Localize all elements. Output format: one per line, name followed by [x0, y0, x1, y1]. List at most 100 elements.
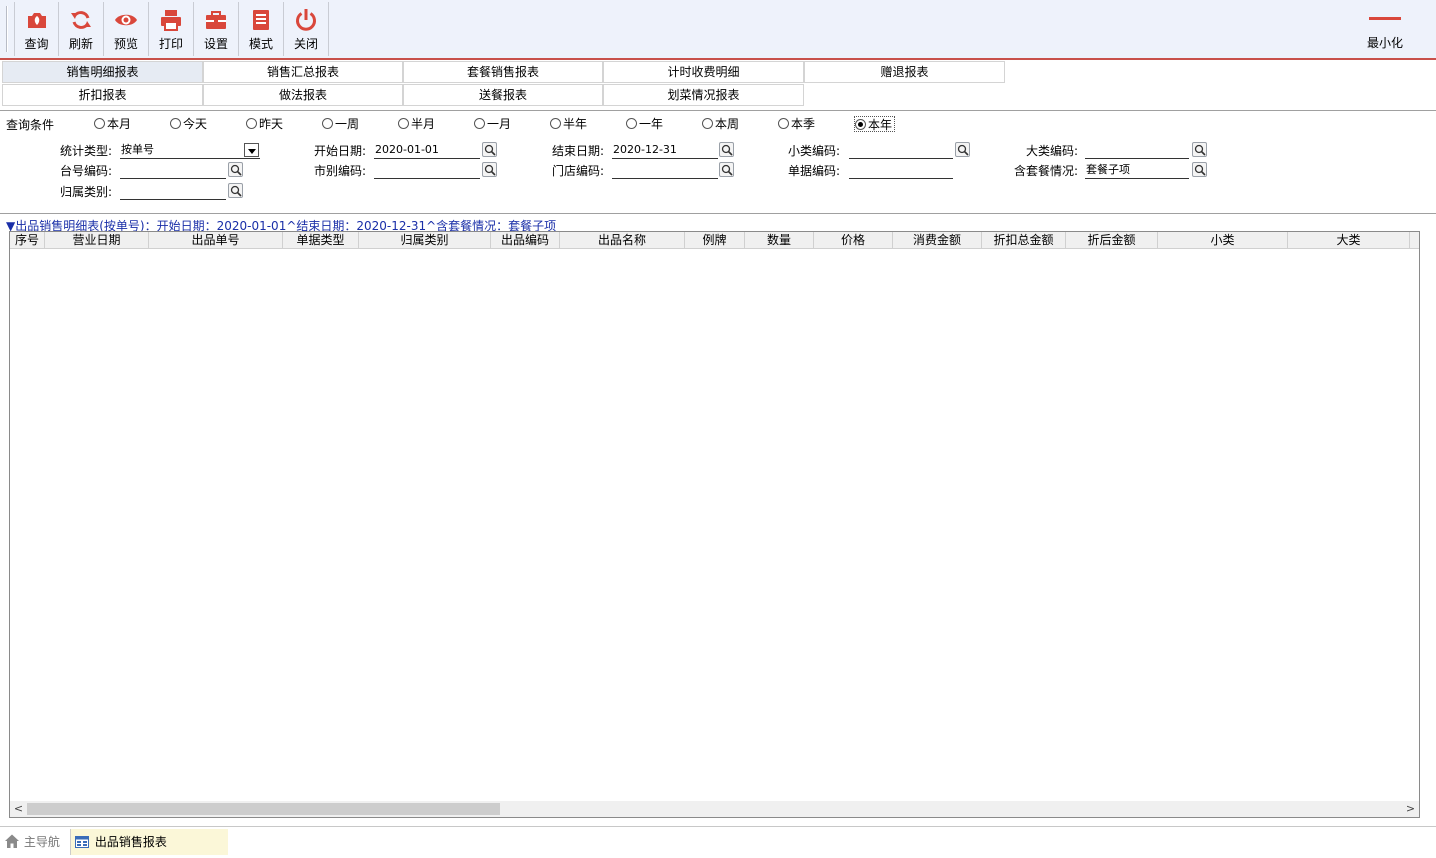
radio-one-week[interactable]: 一周 [322, 116, 359, 132]
main-nav-tab[interactable]: 主导航 [4, 833, 60, 853]
radio-this-year[interactable]: 本年 [854, 116, 896, 132]
radio-one-month[interactable]: 一月 [474, 116, 511, 132]
radio-circle [170, 118, 181, 129]
radio-label: 本周 [715, 117, 740, 131]
toolbar-grip[interactable] [6, 6, 8, 52]
column-header[interactable]: 数量 [745, 232, 814, 249]
radio-label: 本季 [791, 117, 816, 131]
end-date-input[interactable]: 2020-12-31 [612, 142, 718, 159]
market-code-input[interactable] [374, 162, 480, 179]
end-date-label: 结束日期: [551, 144, 604, 158]
close-button[interactable]: 关闭 [284, 2, 329, 56]
search-icon[interactable] [719, 142, 734, 157]
grid-header: 序号 营业日期 出品单号 单据类型 归属类别 出品编码 出品名称 例牌 数量 价… [10, 232, 1419, 249]
scroll-left-icon[interactable]: < [10, 801, 27, 817]
bill-code-input[interactable] [849, 162, 953, 179]
radio-half-year[interactable]: 半年 [550, 116, 587, 132]
radio-half-month[interactable]: 半月 [398, 116, 435, 132]
data-grid[interactable]: 序号 营业日期 出品单号 单据类型 归属类别 出品编码 出品名称 例牌 数量 价… [9, 231, 1420, 818]
scroll-right-icon[interactable]: > [1402, 801, 1419, 817]
search-icon[interactable] [719, 162, 734, 177]
settings-button[interactable]: 设置 [194, 2, 239, 56]
column-header[interactable]: 出品名称 [560, 232, 685, 249]
column-header[interactable]: 消费金额 [893, 232, 982, 249]
column-header[interactable]: 营业日期 [45, 232, 149, 249]
column-header[interactable]: 折扣总金额 [982, 232, 1066, 249]
tab-sales-detail[interactable]: 销售明细报表 [2, 61, 203, 83]
report-window-icon [75, 836, 89, 848]
radio-this-quarter[interactable]: 本季 [778, 116, 815, 132]
radio-label: 半年 [563, 117, 588, 131]
column-header[interactable]: 大类 [1288, 232, 1410, 249]
store-code-label: 门店编码: [551, 164, 604, 178]
radio-this-week[interactable]: 本周 [702, 116, 739, 132]
toolbar: 查询 刷新 预览 打印 设置 模式 关闭 最小化 [0, 0, 1436, 60]
query-button[interactable]: 查询 [14, 2, 59, 56]
table-number-input[interactable] [120, 162, 226, 179]
horizontal-scrollbar[interactable]: < > [10, 801, 1419, 817]
search-icon[interactable] [955, 142, 970, 157]
belong-category-input[interactable] [120, 183, 226, 200]
column-header[interactable]: 小类 [1158, 232, 1288, 249]
set-meal-label: 含套餐情况: [1013, 164, 1078, 178]
search-icon[interactable] [1192, 142, 1207, 157]
start-date-input[interactable]: 2020-01-01 [374, 142, 480, 159]
radio-yesterday[interactable]: 昨天 [246, 116, 283, 132]
radio-this-month[interactable]: 本月 [94, 116, 131, 132]
tab-discount[interactable]: 折扣报表 [2, 84, 203, 106]
market-code-label: 市别编码: [313, 164, 366, 178]
column-header[interactable]: 出品编码 [491, 232, 560, 249]
column-header[interactable]: 序号 [10, 232, 45, 249]
column-header[interactable]: 价格 [814, 232, 893, 249]
search-icon[interactable] [1192, 162, 1207, 177]
radio-circle [398, 118, 409, 129]
refresh-button-label: 刷新 [68, 37, 93, 51]
print-button-label: 打印 [158, 37, 183, 51]
search-icon[interactable] [228, 162, 243, 177]
refresh-icon [71, 11, 91, 29]
query-button-label: 查询 [24, 37, 49, 51]
tab-method[interactable]: 做法报表 [203, 84, 403, 106]
mode-button[interactable]: 模式 [239, 2, 284, 56]
status-bar: 主导航 出品销售报表 [0, 826, 1436, 858]
search-icon[interactable] [482, 162, 497, 177]
search-icon[interactable] [228, 183, 243, 198]
set-meal-input[interactable]: 套餐子项 [1085, 162, 1189, 179]
active-window-label: 出品销售报表 [94, 835, 167, 849]
minimize-button[interactable]: 最小化 [1362, 12, 1408, 52]
radio-one-year[interactable]: 一年 [626, 116, 663, 132]
belong-category-label: 归属类别: [59, 185, 112, 199]
preview-button[interactable]: 预览 [104, 2, 149, 56]
home-icon [5, 834, 19, 848]
search-icon[interactable] [482, 142, 497, 157]
stat-type-select[interactable]: 按单号 [120, 142, 260, 159]
radio-today[interactable]: 今天 [170, 116, 207, 132]
radio-label: 一周 [335, 117, 360, 131]
chevron-down-icon[interactable] [244, 143, 259, 157]
radio-circle [94, 118, 105, 129]
radio-label: 昨天 [259, 117, 284, 131]
print-button[interactable]: 打印 [149, 2, 194, 56]
column-header[interactable]: 单据类型 [283, 232, 359, 249]
active-window-tab[interactable]: 出品销售报表 [70, 829, 228, 855]
store-code-input[interactable] [612, 162, 718, 179]
scrollbar-thumb[interactable] [27, 803, 500, 815]
refresh-button[interactable]: 刷新 [59, 2, 104, 56]
radio-circle [322, 118, 333, 129]
column-header[interactable]: 出品单号 [149, 232, 283, 249]
big-category-input[interactable] [1085, 142, 1189, 159]
tab-dish-marking[interactable]: 划菜情况报表 [603, 84, 804, 106]
mode-button-label: 模式 [248, 37, 273, 51]
column-header[interactable]: 例牌 [685, 232, 745, 249]
minimize-icon [1369, 17, 1401, 20]
tab-timed-charges[interactable]: 计时收费明细 [603, 61, 804, 83]
radio-circle [855, 119, 866, 130]
tab-sales-summary[interactable]: 销售汇总报表 [203, 61, 403, 83]
tab-set-meal-sales[interactable]: 套餐销售报表 [403, 61, 603, 83]
small-category-input[interactable] [849, 142, 953, 159]
column-header[interactable]: 归属类别 [359, 232, 491, 249]
query-panel: 查询条件 本月 今天 昨天 一周 半月 一月 半年 一年 本周 本季 本年 统计… [0, 110, 1436, 214]
column-header[interactable]: 折后金额 [1066, 232, 1158, 249]
tab-gift-return[interactable]: 赠退报表 [804, 61, 1005, 83]
tab-delivery[interactable]: 送餐报表 [403, 84, 603, 106]
